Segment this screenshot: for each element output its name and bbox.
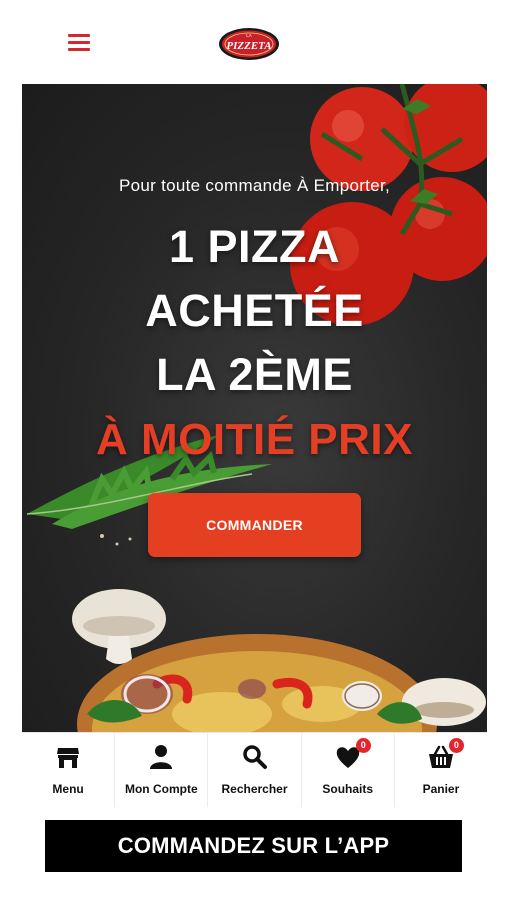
nav-label-mon-compte: Mon Compte [124,782,198,796]
promo-headline-half-price: À MOITIÉ PRIX [96,415,413,464]
cart-count-badge: 0 [448,738,464,753]
pizzeta-logo[interactable]: LA PIZZETA [218,27,280,61]
heart-icon: 0 [335,738,371,770]
promo-headline-line3: LA 2ÈME [156,349,353,400]
basket-icon: 0 [428,738,464,770]
nav-label-souhaits: Souhaits [322,782,374,796]
nav-item-panier[interactable]: 0 Panier [395,733,487,807]
hamburger-menu-icon[interactable] [68,34,90,52]
wishlist-count-badge: 0 [355,738,371,753]
user-icon [148,744,174,770]
search-icon [242,744,268,770]
svg-text:LA: LA [246,33,252,38]
nav-label-menu: Menu [52,782,84,796]
promo-headline-line2: ACHETÉE [145,285,364,336]
promo-banner[interactable]: Pour toute commande À Emporter, 1 PIZZA … [22,84,487,732]
top-header: LA PIZZETA [0,0,507,84]
bottom-navigation: Menu Mon Compte Rechercher 0 Souhaits 0 … [22,732,487,807]
nav-item-menu[interactable]: Menu [22,733,116,807]
promo-subtitle: Pour toute commande À Emporter, [118,176,391,195]
commander-button[interactable]: COMMANDER [148,493,361,557]
promo-headline-line1: 1 PIZZA [168,221,341,272]
nav-item-mon-compte[interactable]: Mon Compte [115,733,209,807]
store-icon [55,744,81,770]
nav-label-panier: Panier [422,782,460,796]
app-banner-label: COMMANDEZ SUR L’APP [117,833,390,858]
nav-item-rechercher[interactable]: Rechercher [208,733,302,807]
nav-item-souhaits[interactable]: 0 Souhaits [302,733,395,807]
svg-text:PIZZETA: PIZZETA [226,40,271,52]
nav-label-rechercher: Rechercher [221,782,288,796]
commandez-sur-app-banner[interactable]: COMMANDEZ SUR L’APP [45,820,462,872]
